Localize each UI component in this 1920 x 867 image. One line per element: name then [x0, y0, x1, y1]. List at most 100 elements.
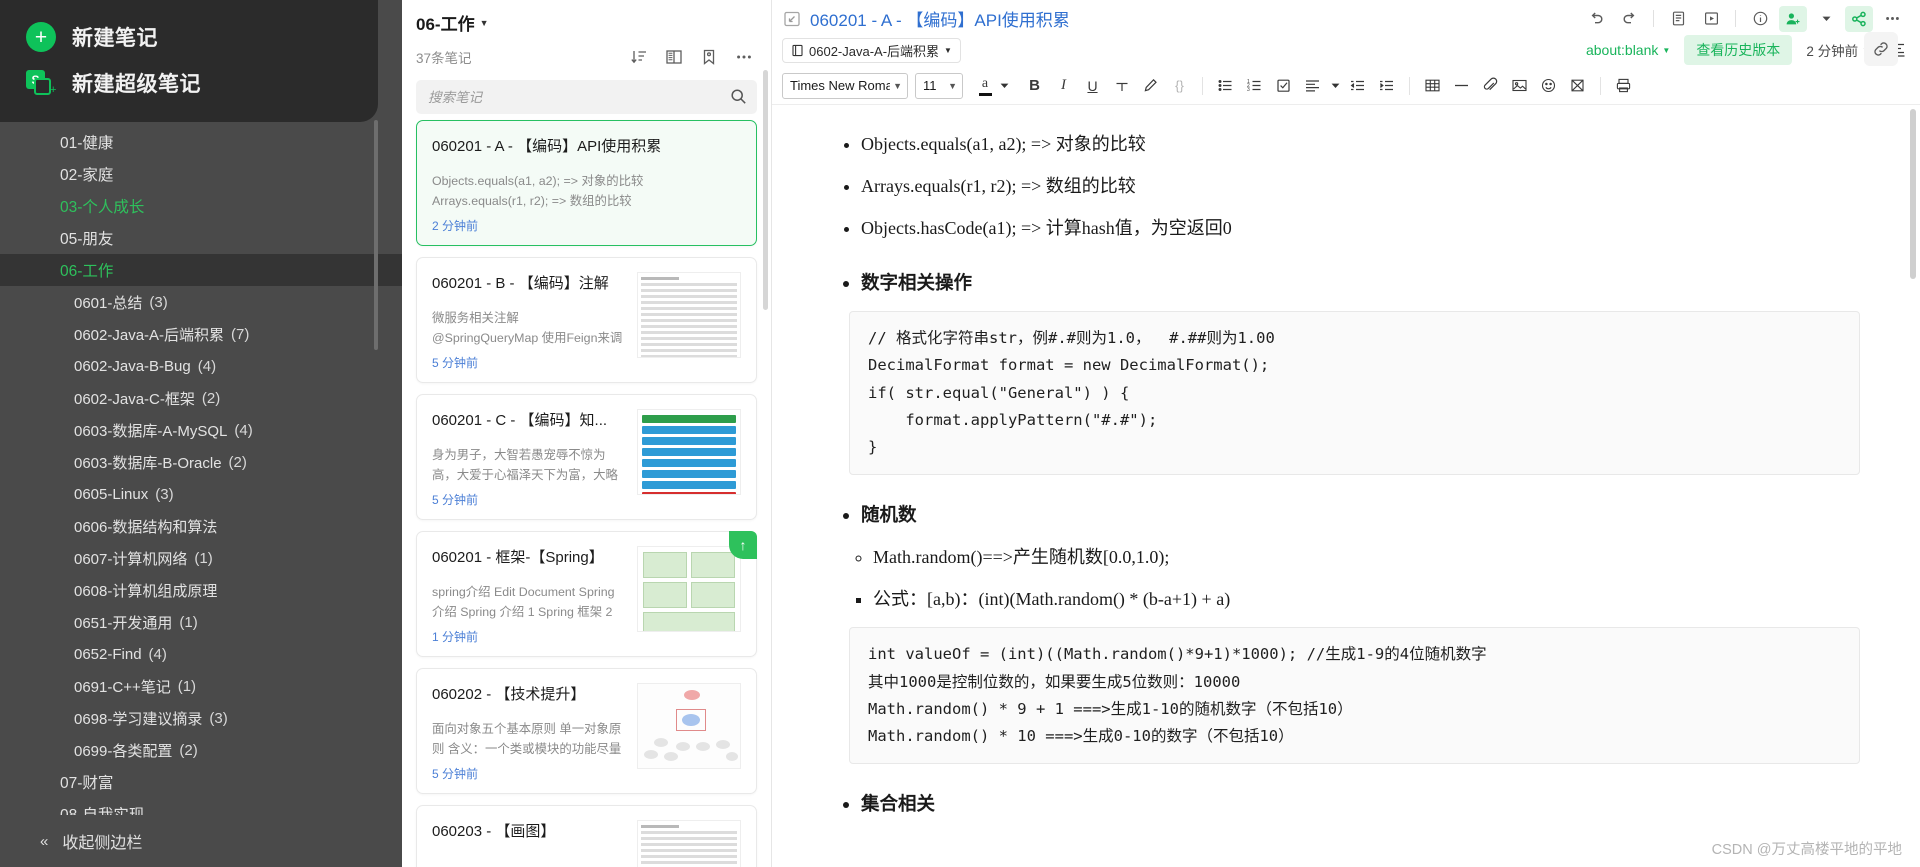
horizontal-rule-icon[interactable] [1448, 73, 1475, 99]
highlighter-icon[interactable] [1137, 73, 1164, 99]
share-icon[interactable] [1845, 5, 1873, 32]
chevron-down-icon[interactable] [1812, 6, 1840, 32]
search-input[interactable] [416, 80, 757, 114]
arrow-up-icon[interactable]: ↑ [729, 531, 757, 559]
note-list-scrollbar[interactable] [763, 70, 768, 310]
collapse-sidebar-button[interactable]: « 收起侧边栏 [0, 815, 402, 867]
font-family-select[interactable]: Times New Roma ▼ [782, 72, 908, 99]
code-inline-icon[interactable]: {} [1166, 73, 1193, 99]
sidebar-item-20[interactable]: 07-财富 [0, 766, 402, 798]
list-item: Math.random()==>产生随机数[0.0,1.0); [873, 544, 1860, 572]
code-block-2[interactable]: int valueOf = (int)((Math.random()*9+1)*… [849, 627, 1860, 764]
print-icon[interactable] [1610, 73, 1637, 99]
chevron-down-icon: ▼ [893, 80, 902, 91]
note-card-snippet: 微服务相关注解 @SpringQueryMap 使用Feign来调用Get请求时… [432, 311, 623, 345]
tag-icon[interactable] [700, 48, 718, 66]
bullet-list-icon[interactable] [1212, 73, 1239, 99]
sidebar-item-10[interactable]: 0603-数据库-B-Oracle (2) [0, 446, 402, 478]
sidebar-item-15[interactable]: 0651-开发通用 (1) [0, 606, 402, 638]
sidebar-item-9[interactable]: 0603-数据库-A-MySQL (4) [0, 414, 402, 446]
font-color-icon[interactable]: a [975, 73, 995, 99]
sidebar-item-11[interactable]: 0605-Linux (3) [0, 478, 402, 510]
super-note-icon: S + [26, 68, 56, 98]
align-icon[interactable] [1299, 73, 1326, 99]
document-body[interactable]: Objects.equals(a1, a2); => 对象的比较 Arrays.… [772, 105, 1920, 853]
sidebar-item-12[interactable]: 0606-数据结构和算法 [0, 510, 402, 542]
present-icon[interactable] [1697, 6, 1725, 32]
indent-increase-icon[interactable] [1373, 73, 1400, 99]
sort-icon[interactable] [630, 48, 648, 66]
sidebar-scrollbar[interactable] [374, 120, 378, 350]
font-color-dropdown-icon[interactable] [997, 73, 1011, 99]
sidebar-item-21[interactable]: 08-自我实现 [0, 798, 402, 815]
document-scrollbar[interactable] [1910, 109, 1916, 279]
image-icon[interactable] [1506, 73, 1533, 99]
sidebar-item-6[interactable]: 0602-Java-A-后端积累 (7) [0, 318, 402, 350]
info-icon[interactable] [1746, 6, 1774, 32]
numbered-list-icon[interactable]: 1 2 3 [1241, 73, 1268, 99]
note-card[interactable]: 060201 - B - 【编码】注解 微服务相关注解 @SpringQueryM… [416, 257, 757, 383]
font-size-select[interactable]: 11 ▼ [915, 72, 963, 99]
document-scroll-area[interactable]: Objects.equals(a1, a2); => 对象的比较 Arrays.… [772, 105, 1920, 867]
underline-icon[interactable]: U [1079, 73, 1106, 99]
link-icon[interactable] [1864, 32, 1898, 66]
more-icon[interactable] [1878, 6, 1906, 32]
sidebar-item-3[interactable]: 05-朋友 [0, 222, 402, 254]
share-user-icon[interactable] [1779, 5, 1807, 32]
note-card[interactable]: 060201 - 框架-【Spring】 spring介绍 Edit Docume… [416, 531, 757, 657]
layout-icon[interactable] [665, 48, 683, 66]
editor-top-actions [1582, 5, 1906, 32]
last-edited-time[interactable]: 2 分钟前 ▼ [1806, 40, 1870, 60]
sidebar-item-14[interactable]: 0608-计算机组成原理 [0, 574, 402, 606]
sidebar-item-count: (7) [231, 325, 250, 343]
watermark: CSDN @万丈高楼平地的平地 [1711, 842, 1902, 858]
indent-decrease-icon[interactable] [1344, 73, 1371, 99]
sidebar-item-4[interactable]: 06-工作 [0, 254, 402, 286]
new-super-note-button[interactable]: S + 新建超级笔记 [0, 60, 378, 106]
sidebar-item-16[interactable]: 0652-Find (4) [0, 638, 402, 670]
sidebar-item-18[interactable]: 0698-学习建议摘录 (3) [0, 702, 402, 734]
search-icon[interactable] [730, 88, 747, 105]
sidebar-item-1[interactable]: 02-家庭 [0, 158, 402, 190]
sidebar-item-0[interactable]: 01-健康 [0, 126, 402, 158]
format-toolbar: Times New Roma ▼ 11 ▼ a B I U {} 1 2 3 [772, 67, 1920, 105]
sidebar-item-13[interactable]: 0607-计算机网络 (1) [0, 542, 402, 574]
notebook-selector[interactable]: 0602-Java-A-后端积累 ▼ [782, 37, 961, 63]
sidebar-item-8[interactable]: 0602-Java-C-框架 (2) [0, 382, 402, 414]
note-card[interactable]: 060202 - 【技术提升】 面向对象五个基本原则 单一对象原则 含义：一个类或… [416, 668, 757, 794]
strikethrough-icon[interactable] [1108, 73, 1135, 99]
super-note-frame [34, 78, 51, 95]
note-card[interactable]: 060201 - C - 【编码】知... 身为男子，大智若愚宠辱不惊为高，大爱于… [416, 394, 757, 520]
table-icon[interactable] [1419, 73, 1446, 99]
note-thumbnail [637, 409, 741, 495]
more-icon[interactable] [735, 48, 753, 66]
undo-icon[interactable] [1582, 6, 1610, 32]
about-blank-link[interactable]: about:blank ▼ [1586, 42, 1670, 58]
document-title[interactable]: 060201 - A - 【编码】API使用积累 [810, 6, 1070, 31]
bold-icon[interactable]: B [1021, 73, 1048, 99]
code-block-1[interactable]: // 格式化字符串str，例#.#则为1.0， #.##则为1.00 Decim… [849, 311, 1860, 475]
folder-title-dropdown[interactable]: 06-工作 ▼ [416, 10, 757, 35]
sidebar-item-5[interactable]: 0601-总结 (3) [0, 286, 402, 318]
chevron-down-icon: ▼ [479, 17, 489, 28]
italic-icon[interactable]: I [1050, 73, 1077, 99]
sidebar-item-19[interactable]: 0699-各类配置 (2) [0, 734, 402, 766]
sidebar-item-17[interactable]: 0691-C++笔记 (1) [0, 670, 402, 702]
note-card-title: 060201 - 框架-【Spring】 [432, 549, 604, 566]
checklist-icon[interactable] [1270, 73, 1297, 99]
sidebar-item-7[interactable]: 0602-Java-B-Bug (4) [0, 350, 402, 382]
emoji-icon[interactable] [1535, 73, 1562, 99]
view-history-button[interactable]: 查看历史版本 [1684, 35, 1793, 65]
note-card[interactable]: 060201 - A - 【编码】API使用积累 Objects.equals(a… [416, 120, 757, 246]
collapse-panel-icon[interactable] [782, 9, 802, 29]
new-note-button[interactable]: + 新建笔记 [0, 14, 378, 60]
align-dropdown-icon[interactable] [1328, 73, 1342, 99]
note-card[interactable]: 060203 - 【画图】 [416, 805, 757, 867]
clear-format-icon[interactable] [1564, 73, 1591, 99]
attachment-icon[interactable] [1477, 73, 1504, 99]
sidebar: + 新建笔记 S + 新建超级笔记 01-健康 02-家庭 03-个人成长 05-朋友… [0, 0, 402, 867]
print-icon[interactable] [1664, 6, 1692, 32]
sidebar-item-2[interactable]: 03-个人成长 [0, 190, 402, 222]
redo-icon[interactable] [1615, 6, 1643, 32]
list-item: Objects.hasCode(a1); => 计算hash值，为空返回0 [861, 215, 1860, 243]
